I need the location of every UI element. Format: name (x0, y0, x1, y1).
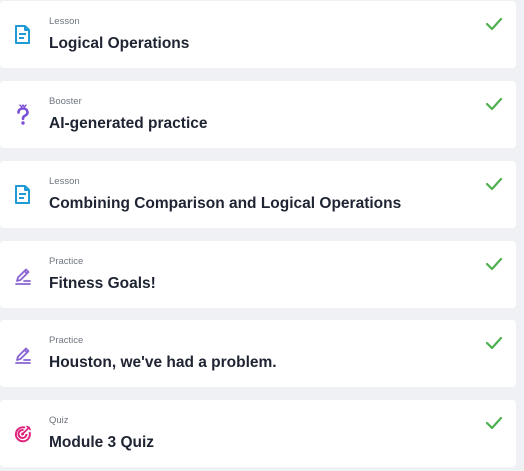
item-title[interactable]: Fitness Goals! (49, 274, 156, 294)
practice-pencil-icon (13, 263, 33, 287)
completed-check-icon (485, 16, 503, 32)
item-type-label: Booster (49, 96, 82, 107)
completed-check-icon (485, 335, 503, 351)
quiz-target-icon (13, 422, 33, 446)
completed-check-icon (485, 256, 503, 272)
item-type-label: Practice (49, 335, 84, 346)
item-type-label: Lesson (49, 16, 80, 27)
item-type-label: Practice (49, 256, 84, 267)
completed-check-icon (485, 176, 503, 192)
item-title[interactable]: AI-generated practice (49, 114, 208, 134)
module-item-ai-generated-practice[interactable]: Booster AI-generated practice (0, 81, 516, 148)
module-item-list: Lesson Logical Operations Booster AI-gen… (0, 0, 524, 471)
module-item-houston-problem[interactable]: Practice Houston, we've had a problem. (0, 320, 516, 387)
item-title[interactable]: Combining Comparison and Logical Operati… (49, 194, 401, 214)
module-item-combining-comparison[interactable]: Lesson Combining Comparison and Logical … (0, 161, 516, 228)
module-item-logical-operations[interactable]: Lesson Logical Operations (0, 1, 516, 68)
lesson-icon (13, 183, 33, 207)
lesson-icon (13, 23, 33, 47)
module-item-fitness-goals[interactable]: Practice Fitness Goals! (0, 241, 516, 308)
item-type-label: Lesson (49, 176, 80, 187)
item-type-label: Quiz (49, 415, 69, 426)
completed-check-icon (485, 415, 503, 431)
item-title[interactable]: Logical Operations (49, 34, 189, 54)
item-title[interactable]: Module 3 Quiz (49, 433, 154, 453)
booster-question-icon (13, 103, 33, 127)
completed-check-icon (485, 96, 503, 112)
item-title[interactable]: Houston, we've had a problem. (49, 353, 277, 373)
module-item-module-3-quiz[interactable]: Quiz Module 3 Quiz (0, 400, 516, 467)
practice-pencil-icon (13, 342, 33, 366)
